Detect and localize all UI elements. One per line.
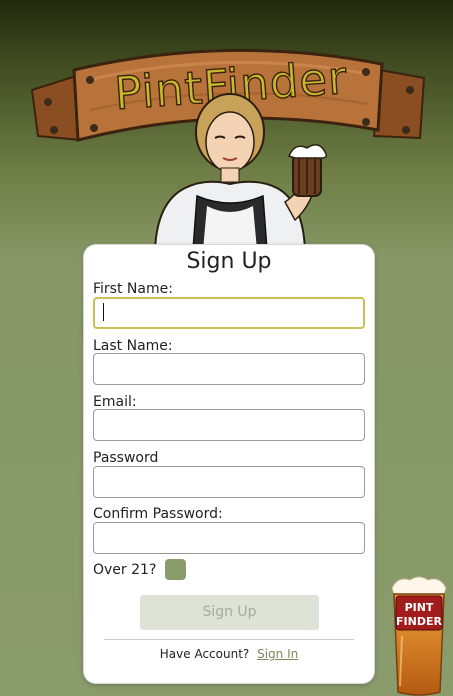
logo-line1: PINT	[405, 601, 434, 614]
signup-card: Sign Up First Name: Last Name: Email: Pa…	[84, 245, 374, 683]
form-title: Sign Up	[186, 249, 272, 274]
barmaid-mascot-icon	[153, 93, 328, 250]
over21-label: Over 21?	[93, 562, 157, 578]
divider	[104, 639, 354, 640]
first-name-label: First Name:	[93, 281, 173, 297]
text-caret	[93, 297, 365, 329]
over21-checkbox[interactable]	[165, 559, 186, 580]
signin-link[interactable]: Sign In	[257, 647, 298, 661]
have-account-text: Have Account?	[159, 647, 250, 661]
header: PintFinder	[0, 0, 453, 250]
password-input[interactable]	[93, 466, 365, 498]
email-input[interactable]	[93, 409, 365, 441]
logo-line2: FINDER	[396, 615, 442, 628]
confirm-password-input[interactable]	[93, 522, 365, 554]
email-label: Email:	[93, 394, 137, 410]
pint-glass-logo-icon: PINT FINDER	[391, 576, 447, 696]
signin-prompt: Have Account? Sign In	[84, 647, 374, 661]
last-name-input[interactable]	[93, 353, 365, 385]
last-name-label: Last Name:	[93, 338, 173, 354]
confirm-password-label: Confirm Password:	[93, 506, 223, 522]
signup-button[interactable]: Sign Up	[140, 595, 319, 630]
password-label: Password	[93, 450, 159, 466]
